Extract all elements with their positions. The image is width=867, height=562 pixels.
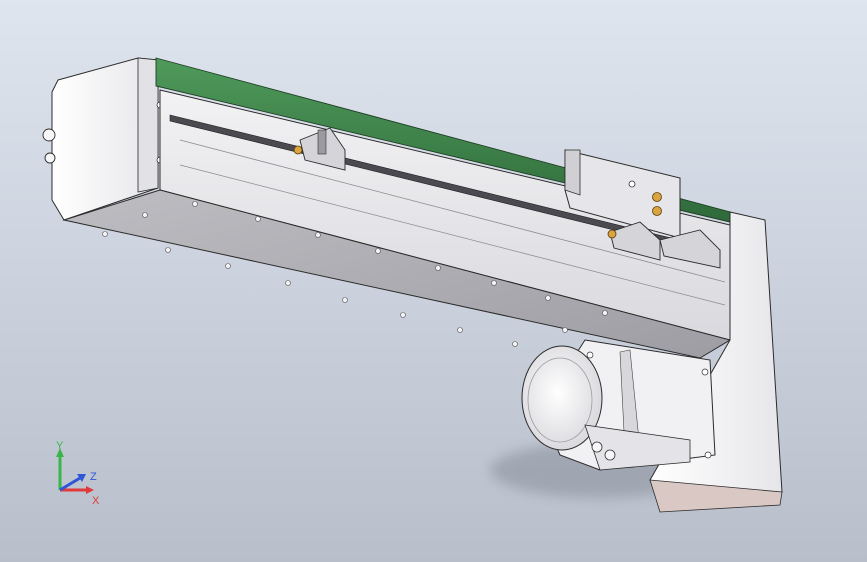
screw-icon	[628, 180, 636, 188]
screw-icon	[293, 145, 303, 155]
axis-triad[interactable]: Y X Z	[40, 440, 110, 510]
screw-icon	[652, 206, 662, 216]
x-axis-label: X	[92, 495, 100, 507]
x-arrow-icon	[86, 486, 94, 494]
connector-port-icon	[604, 449, 616, 461]
screw-icon	[586, 351, 594, 359]
screw-icon	[704, 451, 712, 459]
y-axis-label: Y	[56, 440, 64, 452]
connector-port-icon	[591, 441, 603, 453]
z-axis-icon	[59, 476, 81, 492]
screw-icon	[701, 368, 709, 376]
screw-icon	[607, 229, 617, 239]
3d-viewport[interactable]: Y X Z	[0, 0, 867, 562]
z-axis-label: Z	[90, 471, 97, 483]
mount-hole-icon	[44, 152, 56, 164]
linear-actuator-model[interactable]	[0, 0, 867, 562]
screw-icon	[652, 192, 662, 202]
mount-hole-icon	[42, 128, 56, 142]
